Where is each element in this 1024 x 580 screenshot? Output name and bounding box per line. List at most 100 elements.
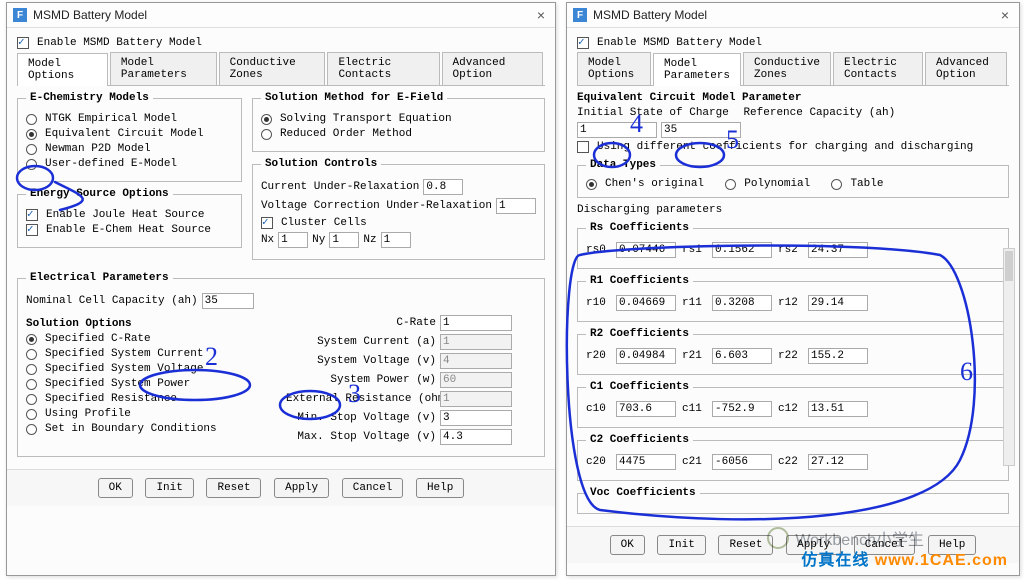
app-icon: F <box>13 8 27 22</box>
legend-solmethod: Solution Method for E-Field <box>261 92 447 104</box>
label-vcr: Voltage Correction Under-Relaxation <box>261 200 492 212</box>
tab-model-parameters[interactable]: Model Parameters <box>110 52 217 85</box>
scrollbar[interactable] <box>1003 248 1015 466</box>
input-rc[interactable] <box>661 122 741 138</box>
tab-advanced-option[interactable]: Advanced Option <box>925 52 1007 85</box>
fieldset-r2: R2 Coefficients r20r21r22 <box>577 328 1009 375</box>
input-maxv[interactable] <box>440 429 512 445</box>
input-c21[interactable] <box>712 454 772 470</box>
apply-button[interactable]: Apply <box>274 478 329 498</box>
input-ny[interactable] <box>329 232 359 248</box>
tab-model-options[interactable]: Model Options <box>577 52 651 85</box>
enable-row-right[interactable]: Enable MSMD Battery Model <box>577 37 1009 49</box>
input-rs0[interactable] <box>616 242 676 258</box>
wechat-icon <box>767 527 789 549</box>
label-sv: System Voltage (v) <box>286 355 436 367</box>
solution-options-title: Solution Options <box>26 318 276 330</box>
input-c11[interactable] <box>712 401 772 417</box>
radio-sys-current[interactable]: Specified System Current <box>26 348 276 360</box>
ok-button[interactable]: OK <box>98 478 133 498</box>
radio-sys-power[interactable]: Specified System Power <box>26 378 276 390</box>
input-r12[interactable] <box>808 295 868 311</box>
radio-boundary[interactable]: Set in Boundary Conditions <box>26 423 276 435</box>
window-right: F MSMD Battery Model × Enable MSMD Batte… <box>566 2 1020 576</box>
input-c12[interactable] <box>808 401 868 417</box>
input-r11[interactable] <box>712 295 772 311</box>
fieldset-c2: C2 Coefficients c20c21c22 <box>577 434 1009 481</box>
input-minv[interactable] <box>440 410 512 426</box>
input-nx[interactable] <box>278 232 308 248</box>
input-nz[interactable] <box>381 232 411 248</box>
radio-reduced-order[interactable]: Reduced Order Method <box>261 128 536 140</box>
tab-model-parameters[interactable]: Model Parameters <box>653 53 741 86</box>
window-title-left: MSMD Battery Model <box>33 8 147 22</box>
fieldset-solmethod: Solution Method for E-Field Solving Tran… <box>252 92 545 152</box>
titlebar-right: F MSMD Battery Model × <box>567 3 1019 28</box>
input-r20[interactable] <box>616 348 676 364</box>
enable-row-left[interactable]: Enable MSMD Battery Model <box>17 37 545 49</box>
label-rc: Reference Capacity (ah) <box>743 107 895 119</box>
window-left: F MSMD Battery Model × Enable MSMD Batte… <box>6 2 556 576</box>
legend-datatypes: Data Types <box>586 159 660 171</box>
radio-sys-voltage[interactable]: Specified System Voltage <box>26 363 276 375</box>
tab-advanced-option[interactable]: Advanced Option <box>442 52 543 85</box>
chk-cluster[interactable]: Cluster Cells <box>261 217 536 229</box>
radio-chen[interactable] <box>586 179 597 190</box>
tab-conductive-zones[interactable]: Conductive Zones <box>743 52 831 85</box>
fieldset-r1: R1 Coefficients r10r11r12 <box>577 275 1009 322</box>
input-crate[interactable] <box>440 315 512 331</box>
label-nx: Nx <box>261 234 274 246</box>
ok-button[interactable]: OK <box>610 535 645 555</box>
input-r21[interactable] <box>712 348 772 364</box>
input-er <box>440 391 512 407</box>
chk-diff-coef[interactable]: Using different coefficients for chargin… <box>577 141 1009 153</box>
reset-button[interactable]: Reset <box>718 535 773 555</box>
tab-conductive-zones[interactable]: Conductive Zones <box>219 52 326 85</box>
input-rs2[interactable] <box>808 242 868 258</box>
tab-model-options[interactable]: Model Options <box>17 53 108 86</box>
label-sc: System Current (a) <box>286 336 436 348</box>
radio-ntgk[interactable]: NTGK Empirical Model <box>26 113 233 125</box>
radio-table[interactable] <box>831 179 842 190</box>
init-button[interactable]: Init <box>145 478 193 498</box>
input-ncc[interactable] <box>202 293 254 309</box>
fieldset-electrical: Electrical Parameters Nominal Cell Capac… <box>17 272 545 457</box>
chk-echem-heat[interactable]: Enable E-Chem Heat Source <box>26 224 233 236</box>
radio-resistance[interactable]: Specified Resistance <box>26 393 276 405</box>
radio-poly[interactable] <box>725 179 736 190</box>
input-r10[interactable] <box>616 295 676 311</box>
app-icon: F <box>573 8 587 22</box>
window-title-right: MSMD Battery Model <box>593 8 707 22</box>
radio-solve-transport[interactable]: Solving Transport Equation <box>261 113 536 125</box>
input-c22[interactable] <box>808 454 868 470</box>
tab-electric-contacts[interactable]: Electric Contacts <box>327 52 439 85</box>
input-c10[interactable] <box>616 401 676 417</box>
radio-equiv-circuit[interactable]: Equivalent Circuit Model <box>26 128 233 140</box>
legend-controls: Solution Controls <box>261 158 381 170</box>
input-cur[interactable] <box>423 179 463 195</box>
init-button[interactable]: Init <box>657 535 705 555</box>
enable-checkbox[interactable] <box>17 37 29 49</box>
tab-electric-contacts[interactable]: Electric Contacts <box>833 52 923 85</box>
fieldset-c1: C1 Coefficients c10c11c12 <box>577 381 1009 428</box>
chk-joule[interactable]: Enable Joule Heat Source <box>26 209 233 221</box>
input-isoc[interactable] <box>577 122 657 138</box>
titlebar-left: F MSMD Battery Model × <box>7 3 555 28</box>
input-vcr[interactable] <box>496 198 536 214</box>
input-c20[interactable] <box>616 454 676 470</box>
cancel-button[interactable]: Cancel <box>342 478 404 498</box>
input-rs1[interactable] <box>712 242 772 258</box>
radio-user-emodel[interactable]: User-defined E-Model <box>26 158 233 170</box>
radio-profile[interactable]: Using Profile <box>26 408 276 420</box>
input-r22[interactable] <box>808 348 868 364</box>
close-icon[interactable]: × <box>533 7 549 23</box>
help-button[interactable]: Help <box>416 478 464 498</box>
radio-crate[interactable]: Specified C-Rate <box>26 333 276 345</box>
watermark-site: 仿真在线 www.1CAE.com <box>801 546 1008 570</box>
reset-button[interactable]: Reset <box>206 478 261 498</box>
close-icon[interactable]: × <box>997 7 1013 23</box>
input-sv <box>440 353 512 369</box>
tabs-right: Model Options Model Parameters Conductiv… <box>577 52 1009 86</box>
enable-checkbox[interactable] <box>577 37 589 49</box>
radio-newman-p2d[interactable]: Newman P2D Model <box>26 143 233 155</box>
